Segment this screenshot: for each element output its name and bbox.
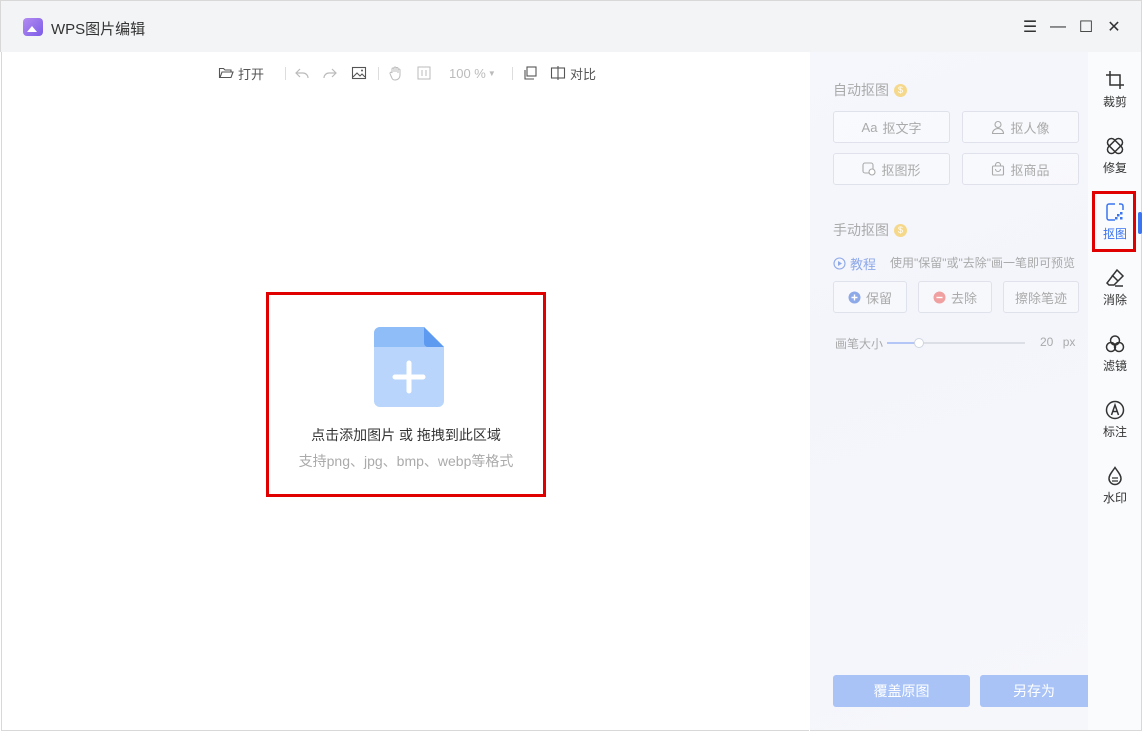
- bandage-icon: [1106, 137, 1124, 155]
- remove-button[interactable]: 去除: [918, 281, 992, 313]
- annotate-icon: [1105, 400, 1125, 420]
- text-icon: Aa: [861, 119, 878, 135]
- compare-button[interactable]: 对比: [550, 64, 596, 82]
- fit-button[interactable]: [416, 64, 432, 82]
- rail-item-erase[interactable]: 消除: [1088, 250, 1142, 310]
- cutout-product-label: 抠商品: [1010, 162, 1050, 178]
- compare-icon: [550, 66, 566, 80]
- filter-icon: [1105, 335, 1125, 353]
- cutout-text-button[interactable]: Aa 抠文字: [833, 111, 950, 143]
- rail-item-annotate[interactable]: 标注: [1088, 382, 1142, 442]
- auto-cutout-title: 自动抠图 $: [833, 80, 907, 100]
- cutout-product-button[interactable]: 抠商品: [962, 153, 1079, 185]
- add-file-icon: [374, 327, 444, 407]
- menu-button[interactable]: ☰: [1019, 16, 1041, 38]
- rail-item-filter[interactable]: 滤镜: [1088, 316, 1142, 376]
- close-button[interactable]: ✕: [1103, 16, 1125, 38]
- rail-item-label: 消除: [1102, 293, 1127, 307]
- play-circle-icon: [833, 257, 846, 270]
- cutout-text-label: 抠文字: [882, 120, 922, 136]
- title-bar: WPS图片编辑 ☰ — ☐ ✕: [0, 0, 1142, 52]
- undo-button[interactable]: [294, 64, 310, 82]
- cutout-shape-button[interactable]: 抠图形: [833, 153, 950, 185]
- plus-circle-icon: [848, 291, 861, 303]
- brush-size-slider[interactable]: [887, 338, 1025, 348]
- drop-zone-main-text: 点击添加图片 或 拖拽到此区域: [311, 427, 501, 443]
- app-title: WPS图片编辑: [51, 21, 146, 38]
- minimize-button[interactable]: —: [1047, 16, 1069, 38]
- rail-item-label: 裁剪: [1102, 95, 1127, 109]
- copy-icon: [524, 66, 537, 80]
- rail-item-label: 水印: [1102, 491, 1127, 505]
- coin-icon: $: [894, 223, 907, 237]
- erase-strokes-button[interactable]: 擦除笔迹: [1003, 281, 1079, 313]
- redo-icon: [323, 68, 337, 79]
- tool-rail: 裁剪 修复 抠图 消除 滤镜 标注 水印: [1088, 52, 1142, 731]
- drop-zone-sub-text: 支持png、jpg、bmp、webp等格式: [298, 453, 514, 469]
- canvas-toolbar: 打开 100 % ▼ 对比: [2, 52, 810, 94]
- hand-icon: [389, 66, 401, 81]
- brush-size-label: 画笔大小: [835, 337, 884, 351]
- redo-button[interactable]: [322, 64, 338, 82]
- rail-item-label: 修复: [1102, 161, 1127, 175]
- keep-button[interactable]: 保留: [833, 281, 907, 313]
- compare-label: 对比: [570, 66, 597, 82]
- zoom-value: 100 %: [449, 65, 486, 81]
- maximize-button[interactable]: ☐: [1075, 16, 1097, 38]
- erase-strokes-label: 擦除笔迹: [1014, 290, 1067, 306]
- tutorial-link[interactable]: 教程: [833, 254, 876, 273]
- brush-size-thumb[interactable]: [913, 338, 924, 348]
- pan-button[interactable]: [388, 64, 404, 82]
- tutorial-hint: 使用"保留"或"去除"画一笔即可预览: [890, 256, 1076, 270]
- remove-label: 去除: [950, 290, 977, 306]
- image-button[interactable]: [351, 64, 367, 82]
- canvas-area: 打开 100 % ▼ 对比 点击添加图片 或 拖拽到此区域 支持png、jpg、…: [1, 52, 809, 731]
- folder-open-icon: [218, 67, 234, 79]
- rail-item-repair[interactable]: 修复: [1088, 118, 1142, 178]
- cutout-person-label: 抠人像: [1010, 120, 1050, 136]
- open-button[interactable]: 打开: [218, 64, 264, 82]
- watermark-icon: [1108, 466, 1122, 486]
- brush-size-value: 20 px: [1040, 335, 1075, 349]
- auto-cutout-title-text: 自动抠图: [833, 82, 889, 98]
- bag-icon: [992, 162, 1005, 176]
- rail-item-crop[interactable]: 裁剪: [1088, 52, 1142, 112]
- open-label: 打开: [238, 66, 265, 82]
- brush-size-number: 20: [1040, 335, 1054, 349]
- cover-original-button[interactable]: 覆盖原图: [833, 675, 970, 707]
- tutorial-label: 教程: [850, 257, 877, 272]
- minus-circle-icon: [933, 291, 946, 303]
- undo-icon: [295, 68, 309, 79]
- manual-cutout-title-text: 手动抠图: [833, 222, 889, 238]
- rail-cutout-highlight: [1092, 191, 1136, 252]
- coin-icon: $: [894, 83, 907, 97]
- brush-size-unit: px: [1062, 335, 1076, 349]
- copy-button[interactable]: [522, 64, 538, 82]
- cutout-person-button[interactable]: 抠人像: [962, 111, 1079, 143]
- image-drop-zone[interactable]: 点击添加图片 或 拖拽到此区域 支持png、jpg、bmp、webp等格式: [266, 292, 546, 497]
- cutout-panel: 自动抠图 $ Aa 抠文字 抠人像 抠图形 抠商品 手动抠图 $ 教程 使用"保…: [810, 52, 1118, 731]
- shape-icon: [862, 162, 877, 176]
- zoom-select[interactable]: 100 % ▼: [449, 64, 496, 82]
- rail-item-label: 滤镜: [1102, 359, 1127, 373]
- manual-cutout-title: 手动抠图 $: [833, 220, 907, 240]
- cutout-shape-label: 抠图形: [881, 162, 921, 178]
- app-logo-icon: [23, 18, 43, 36]
- rail-item-label: 标注: [1102, 425, 1127, 439]
- rail-item-watermark[interactable]: 水印: [1088, 448, 1142, 508]
- rail-active-indicator: [1138, 212, 1142, 234]
- eraser-icon: [1106, 268, 1125, 287]
- keep-label: 保留: [865, 290, 892, 306]
- save-as-button[interactable]: 另存为: [980, 675, 1088, 707]
- fit-screen-icon: [417, 66, 431, 80]
- chevron-down-icon: ▼: [487, 68, 496, 78]
- image-icon: [351, 66, 367, 80]
- person-icon: [992, 120, 1005, 134]
- crop-icon: [1106, 71, 1124, 89]
